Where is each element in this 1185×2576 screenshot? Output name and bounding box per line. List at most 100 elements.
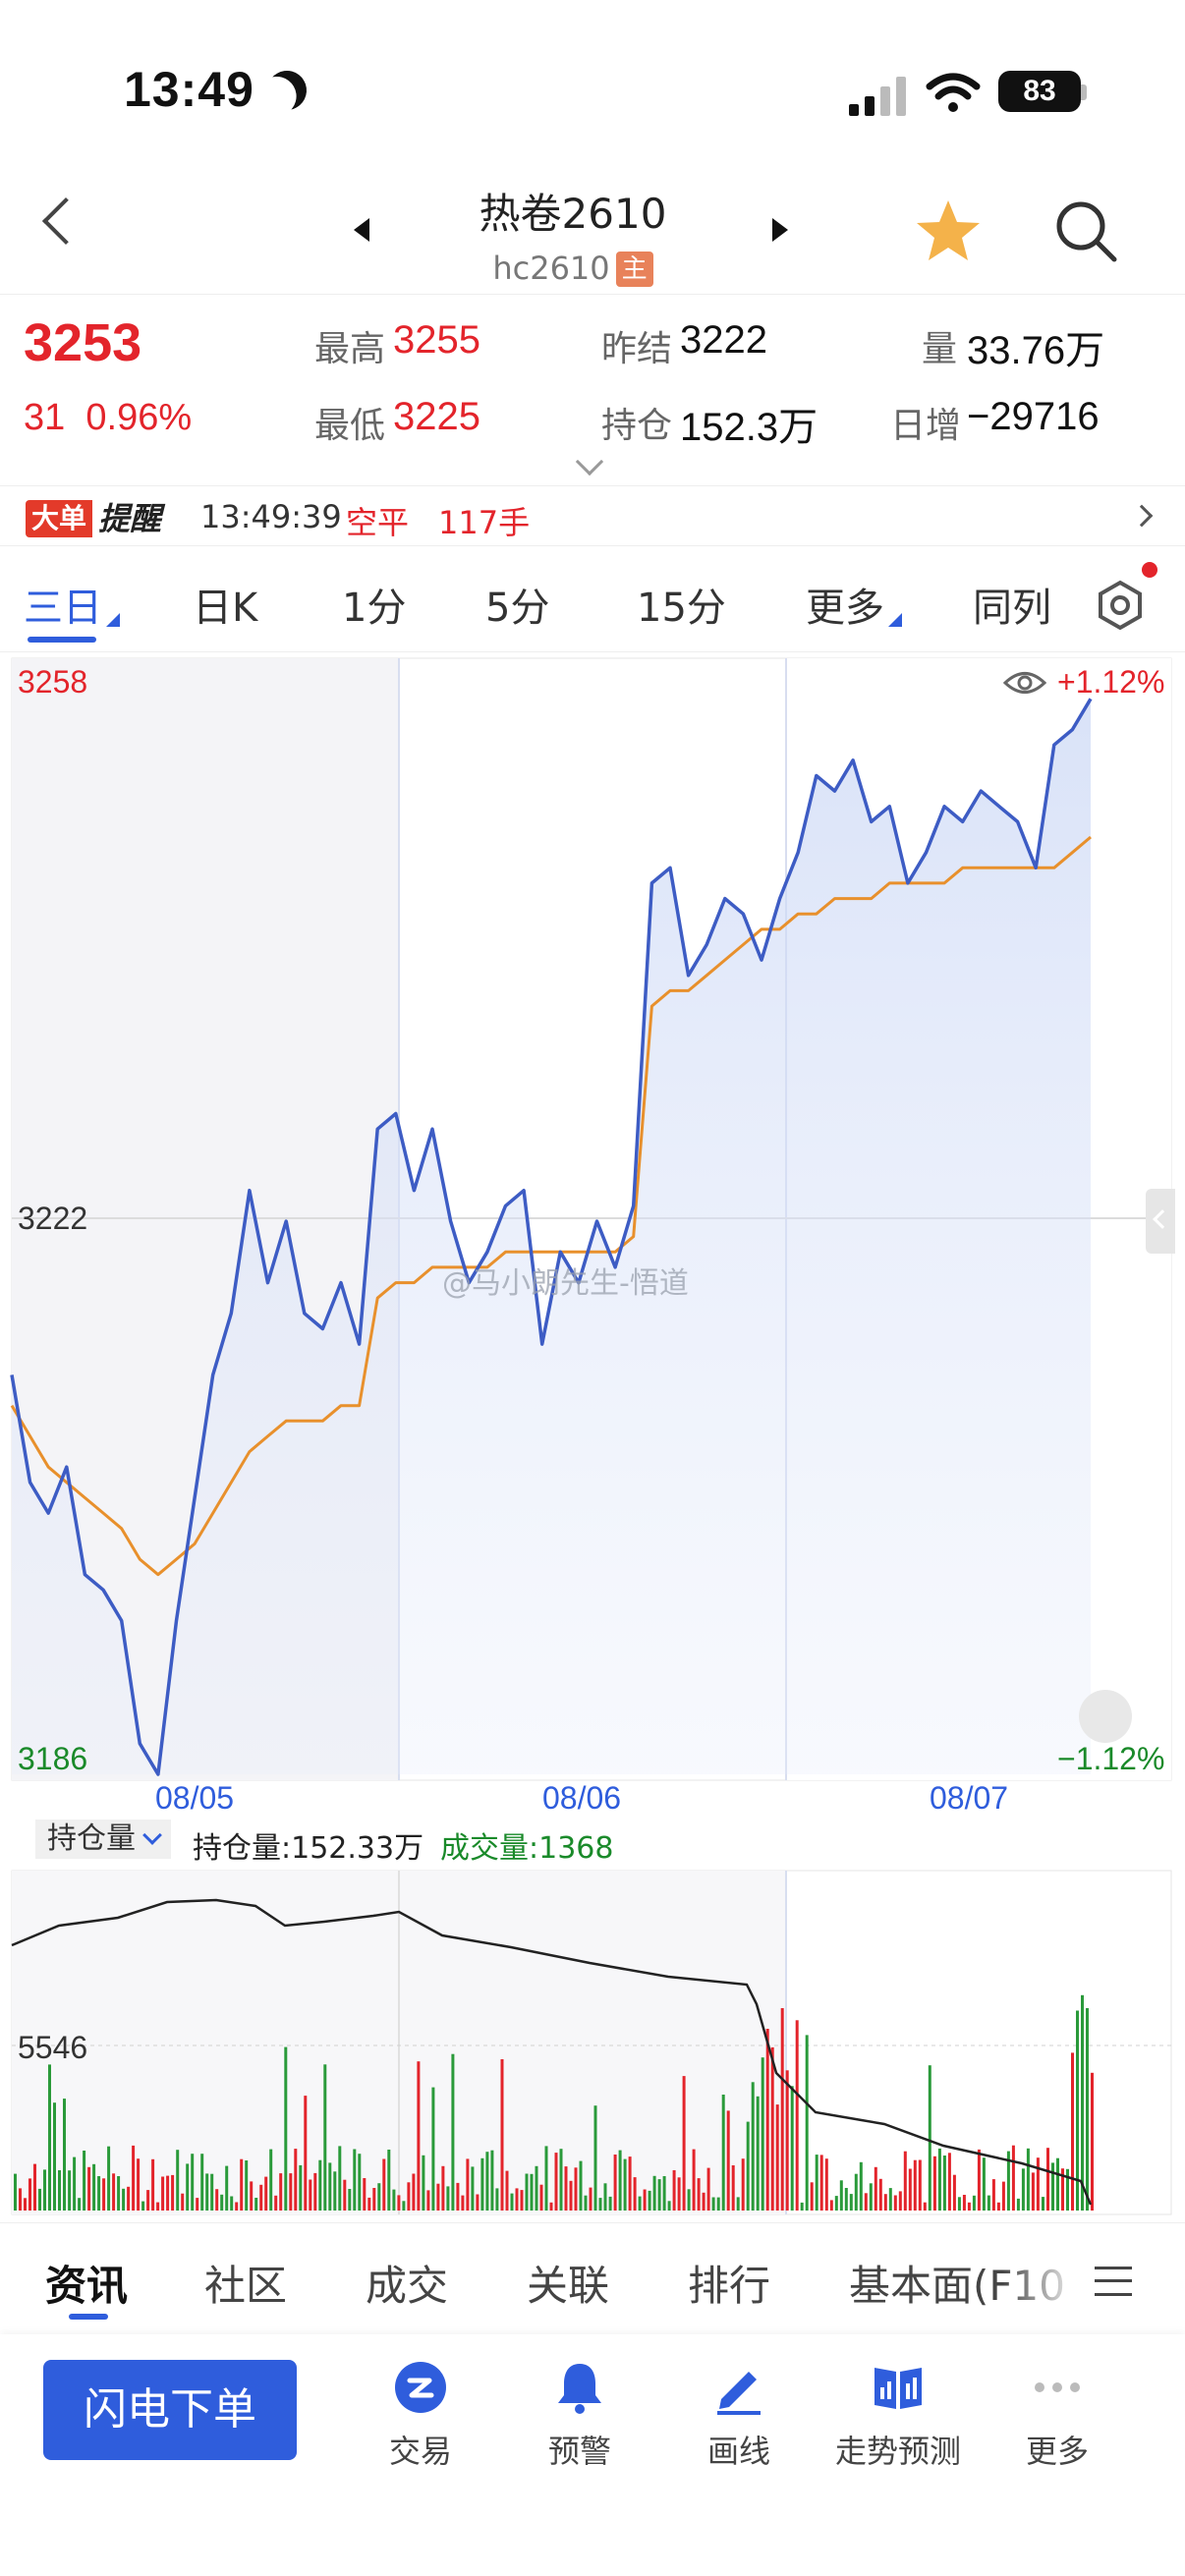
indicator-select-label: 持仓量: [47, 1821, 136, 1856]
back-icon[interactable]: [41, 196, 90, 246]
chevron-right-icon[interactable]: [1130, 504, 1154, 528]
tab-news[interactable]: 资讯: [45, 2253, 128, 2313]
tab-community[interactable]: 社区: [204, 2253, 287, 2313]
battery-level: 83: [1023, 75, 1056, 107]
nav-draw-label: 画线: [706, 2433, 770, 2470]
volume-bar: [613, 2155, 617, 2211]
volume-bar: [377, 2183, 381, 2211]
nav-trade[interactable]: 交易: [342, 2360, 499, 2472]
volume-bar: [240, 2158, 244, 2211]
tab-three-day[interactable]: 三日: [24, 576, 120, 633]
volume-bar: [628, 2156, 632, 2211]
tab-fade: [1002, 2223, 1081, 2331]
tab-related[interactable]: 关联: [527, 2253, 609, 2313]
open-interest-readout: 持仓量:152.33万: [193, 1831, 424, 1866]
eye-icon[interactable]: [1002, 664, 1047, 701]
nav-draw[interactable]: 画线: [660, 2360, 818, 2472]
volume-bar: [186, 2163, 190, 2211]
menu-icon[interactable]: [1095, 2267, 1132, 2296]
search-icon[interactable]: [1051, 196, 1120, 265]
expand-quote-icon[interactable]: [575, 447, 604, 476]
volume-bar: [471, 2166, 475, 2211]
volume-bar: [854, 2173, 858, 2211]
volume-chart[interactable]: [0, 1867, 1185, 2216]
volume-bar: [461, 2195, 465, 2211]
intraday-chart[interactable]: @马小朗先生-悟道 3258 3222 3186 +1.12% −1.12% 0…: [0, 654, 1185, 1816]
prev-settle-label: 昨结: [601, 329, 673, 369]
volume-bar: [230, 2196, 234, 2211]
volume-bar: [205, 2173, 209, 2211]
volume-bar: [382, 2158, 386, 2211]
tab-same-list[interactable]: 同列: [973, 576, 1051, 633]
volume-bar: [593, 2105, 597, 2211]
book-chart-icon: [875, 2368, 922, 2409]
nav-more-label: 更多: [1025, 2433, 1089, 2470]
volume-bar: [672, 2170, 676, 2211]
change-percent: 0.96%: [85, 397, 193, 438]
flash-order-button[interactable]: 闪电下单: [43, 2360, 297, 2460]
volume-bar: [996, 2202, 1000, 2211]
volume-bar: [706, 2167, 710, 2211]
tab-5min[interactable]: 5分: [485, 576, 549, 633]
volume-bar: [87, 2166, 91, 2211]
volume-bar: [348, 2189, 352, 2211]
volume-bar: [539, 2184, 543, 2211]
info-tabs: 资讯 社区 成交 关联 排行 基本面(F10: [0, 2222, 1185, 2331]
caret-icon: [888, 613, 902, 627]
volume-bar: [923, 2202, 927, 2211]
volume-bar: [608, 2196, 612, 2211]
volume-bar: [967, 2202, 971, 2211]
tab-more[interactable]: 更多: [806, 576, 902, 633]
volume-bar: [215, 2189, 219, 2211]
volume-bar: [387, 2150, 391, 2211]
volume-bar: [146, 2190, 150, 2211]
volume-bar: [372, 2188, 376, 2211]
volume-bar: [775, 2104, 779, 2211]
big-order-alert[interactable]: 大单 提醒 13:49:39 空平 117手: [0, 485, 1185, 546]
volume-axis-label: 5546: [18, 2030, 88, 2065]
price-change: 31 0.96%: [24, 397, 192, 439]
volume-bar: [819, 2155, 823, 2211]
nav-forecast[interactable]: 走势预测: [819, 2360, 977, 2472]
next-contract-icon[interactable]: [772, 218, 788, 242]
volume-bar: [92, 2163, 96, 2211]
settings-icon[interactable]: [1095, 580, 1146, 631]
trade-icon: [395, 2362, 446, 2413]
volume-bar: [367, 2197, 371, 2211]
volume-bar: [530, 2173, 534, 2211]
volume-bar: [68, 2170, 72, 2211]
nav-more[interactable]: 更多: [979, 2360, 1136, 2472]
volume-bar: [392, 2189, 396, 2211]
volume-bar: [932, 2156, 936, 2211]
volume-bar: [102, 2178, 106, 2211]
volume-bar: [682, 2076, 686, 2211]
volume-bar: [726, 2110, 730, 2211]
fullscreen-icon[interactable]: [1079, 1690, 1132, 1743]
star-icon[interactable]: [914, 196, 983, 265]
volume-bar: [893, 2195, 897, 2211]
volume-bar: [220, 2194, 224, 2211]
volume-bar: [898, 2191, 902, 2211]
volume-bar: [913, 2159, 917, 2211]
volume-bar: [1081, 1994, 1084, 2211]
tab-ranking[interactable]: 排行: [688, 2253, 770, 2313]
volume-bar: [38, 2188, 41, 2211]
tab-1min[interactable]: 1分: [342, 576, 406, 633]
volume-bar: [333, 2171, 337, 2211]
volume-bar: [225, 2165, 229, 2211]
tab-trades[interactable]: 成交: [366, 2253, 448, 2313]
nav-alert[interactable]: 预警: [501, 2360, 658, 2472]
prev-contract-icon[interactable]: [354, 218, 369, 242]
volume-bar: [480, 2157, 484, 2211]
volume-bar: [107, 2146, 111, 2211]
volume-bar: [756, 2096, 760, 2211]
volume-bar: [962, 2195, 966, 2211]
volume-bar: [510, 2193, 514, 2211]
tab-15min[interactable]: 15分: [637, 576, 726, 633]
tab-daily-k[interactable]: 日K: [193, 576, 257, 633]
volume-bar: [702, 2192, 705, 2211]
indicator-select[interactable]: 持仓量: [35, 1820, 171, 1859]
more-dots-icon: [1035, 2382, 1080, 2392]
volume-bar: [790, 2086, 794, 2211]
bottom-toolbar: 闪电下单 交易 预警 画线 走势预测 更多: [0, 2334, 1185, 2576]
